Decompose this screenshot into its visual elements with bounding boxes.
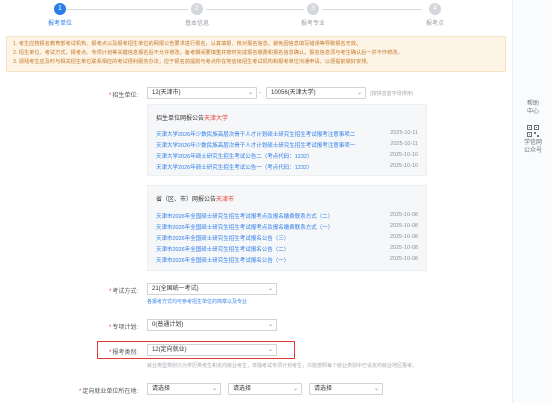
category-value: 12(定向就业): [152, 347, 187, 353]
announcement-date: 2025-10-08: [389, 223, 418, 229]
unit-hint: (按拼音首字母排序): [370, 91, 414, 97]
region-province-value: 请选择: [152, 386, 171, 392]
region-label: *定向就业单位所在地:: [78, 389, 138, 395]
unit-school-select[interactable]: 10056(天津大学) ⌄: [266, 87, 366, 99]
step-label: 报考专业: [300, 21, 325, 27]
unit-label: *招生单位:: [108, 93, 138, 99]
special-plan-select[interactable]: 0(普通计划) ⌄: [147, 319, 277, 331]
category-label: *报考类别:: [108, 350, 138, 356]
wechat-label: 学信网 公众号: [523, 140, 542, 154]
announcement-date: 2025-10-08: [389, 212, 418, 218]
chevron-down-icon: ⌄: [373, 386, 379, 392]
region-province-select[interactable]: 请选择 ⌄: [147, 383, 221, 395]
step-label: 基本信息: [184, 21, 209, 27]
region-city-select[interactable]: 请选择 ⌄: [228, 383, 302, 395]
exam-label: *考试方式:: [108, 289, 138, 295]
school-announcement-box: 招生单位网报公告天津大学 天津大学2026年少数民族高层次骨干人才计划硕士研究生…: [147, 104, 427, 176]
exam-mode-value: 21(全国统一考试): [152, 286, 199, 292]
step-4: 4 报考点: [405, 3, 465, 27]
chevron-down-icon: ⌄: [356, 90, 362, 96]
notice-line: 1. 考生应按报名教育部考试机构、报考点以及报考招生单位的网报公告要求进行报名，…: [13, 41, 362, 47]
qr-code-icon: [527, 125, 539, 137]
category-hint: 就业类型类别只为学历类考生和定向就业考生，单独考试专项计划考生，只能按照每个就业…: [147, 363, 418, 369]
announcement-date: 2025-10-10: [389, 163, 418, 169]
step-number: 1: [54, 3, 66, 15]
announcement-link[interactable]: 天津大学2026年少数民族高层次骨干人才计划硕士研究生招生考试报考注意事项二: [156, 130, 371, 138]
step-1: 1 报考单位: [30, 3, 90, 27]
step-2: 2 基本信息: [167, 3, 227, 27]
announcement-date: 2025-10-11: [390, 130, 418, 136]
unit-school-value: 10056(天津大学): [271, 90, 316, 96]
help-center-link[interactable]: 帮助 中心: [513, 100, 552, 116]
region-district-value: 请选择: [314, 386, 333, 392]
chevron-down-icon: ⌄: [292, 386, 298, 392]
wechat-follow[interactable]: 学信网 公众号: [513, 125, 552, 155]
step-3: 3 报考专业: [283, 3, 343, 27]
notice-line: 3. 视残考生应及时与相关招生单位联系相应的考试便利服务办法，应于报名前提前与考…: [13, 59, 372, 65]
announcement-link[interactable]: 天津大学2026年硕士研究生招生考试公告一（考点代码：1232）: [156, 163, 371, 171]
notice-line: 2. 招生单位、考试方式、报考点、专项计划等关键信息报名后不允许修改，备考期间要…: [13, 50, 403, 56]
special-plan-value: 0(普通计划): [152, 322, 184, 328]
progress-stepper: 1 报考单位 2 基本信息 3 报考专业 4 报考点: [0, 0, 512, 32]
announcement-date: 2025-10-11: [390, 141, 418, 147]
announcement-date: 2025-10-08: [389, 256, 418, 262]
step-number: 3: [307, 3, 319, 15]
exam-mode-select[interactable]: 21(全国统一考试) ⌄: [147, 283, 277, 295]
announcement-link[interactable]: 天津市2026年全国硕士研究生招生考试报名公告（三）: [156, 234, 371, 242]
announcement-link[interactable]: 天津大学2026年硕士研究生招生考试公告二（考点代码：1232）: [156, 152, 371, 160]
region-city-value: 请选择: [233, 386, 252, 392]
announcement-date: 2025-10-10: [389, 152, 418, 158]
chevron-down-icon: ⌄: [247, 90, 253, 96]
region-announcement-box: 省（区、市）网报公告天津市 天津市2026年全国硕士研究生招生考试报考点及报名缴…: [147, 185, 427, 271]
announcement-date: 2025-10-08: [389, 245, 418, 251]
plan-label: *专项计划:: [108, 325, 138, 331]
notice-box: 1. 考生应按报名教育部考试机构、报考点以及报考招生单位的网报公告要求进行报名，…: [6, 36, 506, 72]
announcement-link[interactable]: 天津市2026年全国硕士研究生招生考试报考点及报名缴费联系方式（一）: [156, 223, 371, 231]
announcement-link[interactable]: 天津大学2026年少数民族高层次骨干人才计划硕士研究生招生考试报考注意事项一: [156, 141, 371, 149]
chevron-down-icon: ⌄: [267, 286, 273, 292]
step-number: 2: [191, 3, 203, 15]
chevron-down-icon: ⌄: [211, 386, 217, 392]
box-title: 省（区、市）网报公告天津市: [156, 197, 235, 203]
step-label: 报考单位: [47, 21, 72, 27]
main-panel: 1 报考单位 2 基本信息 3 报考专业 4 报考点 1. 考生应按报名教育部考…: [0, 0, 512, 403]
region-district-select[interactable]: 请选择 ⌄: [309, 383, 383, 395]
step-label: 报考点: [425, 21, 444, 27]
exam-hint: 各报考方式均可参考招生单位的简章以及专业: [147, 299, 248, 305]
step-number: 4: [429, 3, 441, 15]
box-title: 招生单位网报公告天津大学: [156, 116, 229, 122]
dash: -: [259, 90, 261, 96]
chevron-down-icon: ⌄: [267, 322, 273, 328]
unit-region-value: 12(天津市): [152, 90, 181, 96]
chevron-down-icon: ⌄: [267, 347, 273, 353]
announcement-date: 2025-10-08: [389, 234, 418, 240]
announcement-link[interactable]: 天津市2026年全国硕士研究生招生考试报考点及报名缴费联系方式（二）: [156, 212, 371, 220]
announcement-link[interactable]: 天津市2026年全国硕士研究生招生考试报名公告（一）: [156, 256, 371, 264]
category-select[interactable]: 12(定向就业) ⌄: [147, 344, 277, 356]
unit-region-select[interactable]: 12(天津市) ⌄: [147, 87, 257, 99]
right-rail: 帮助 中心 学信网 公众号: [512, 0, 552, 403]
announcement-link[interactable]: 天津市2026年全国硕士研究生招生考试报名公告（二）: [156, 245, 371, 253]
